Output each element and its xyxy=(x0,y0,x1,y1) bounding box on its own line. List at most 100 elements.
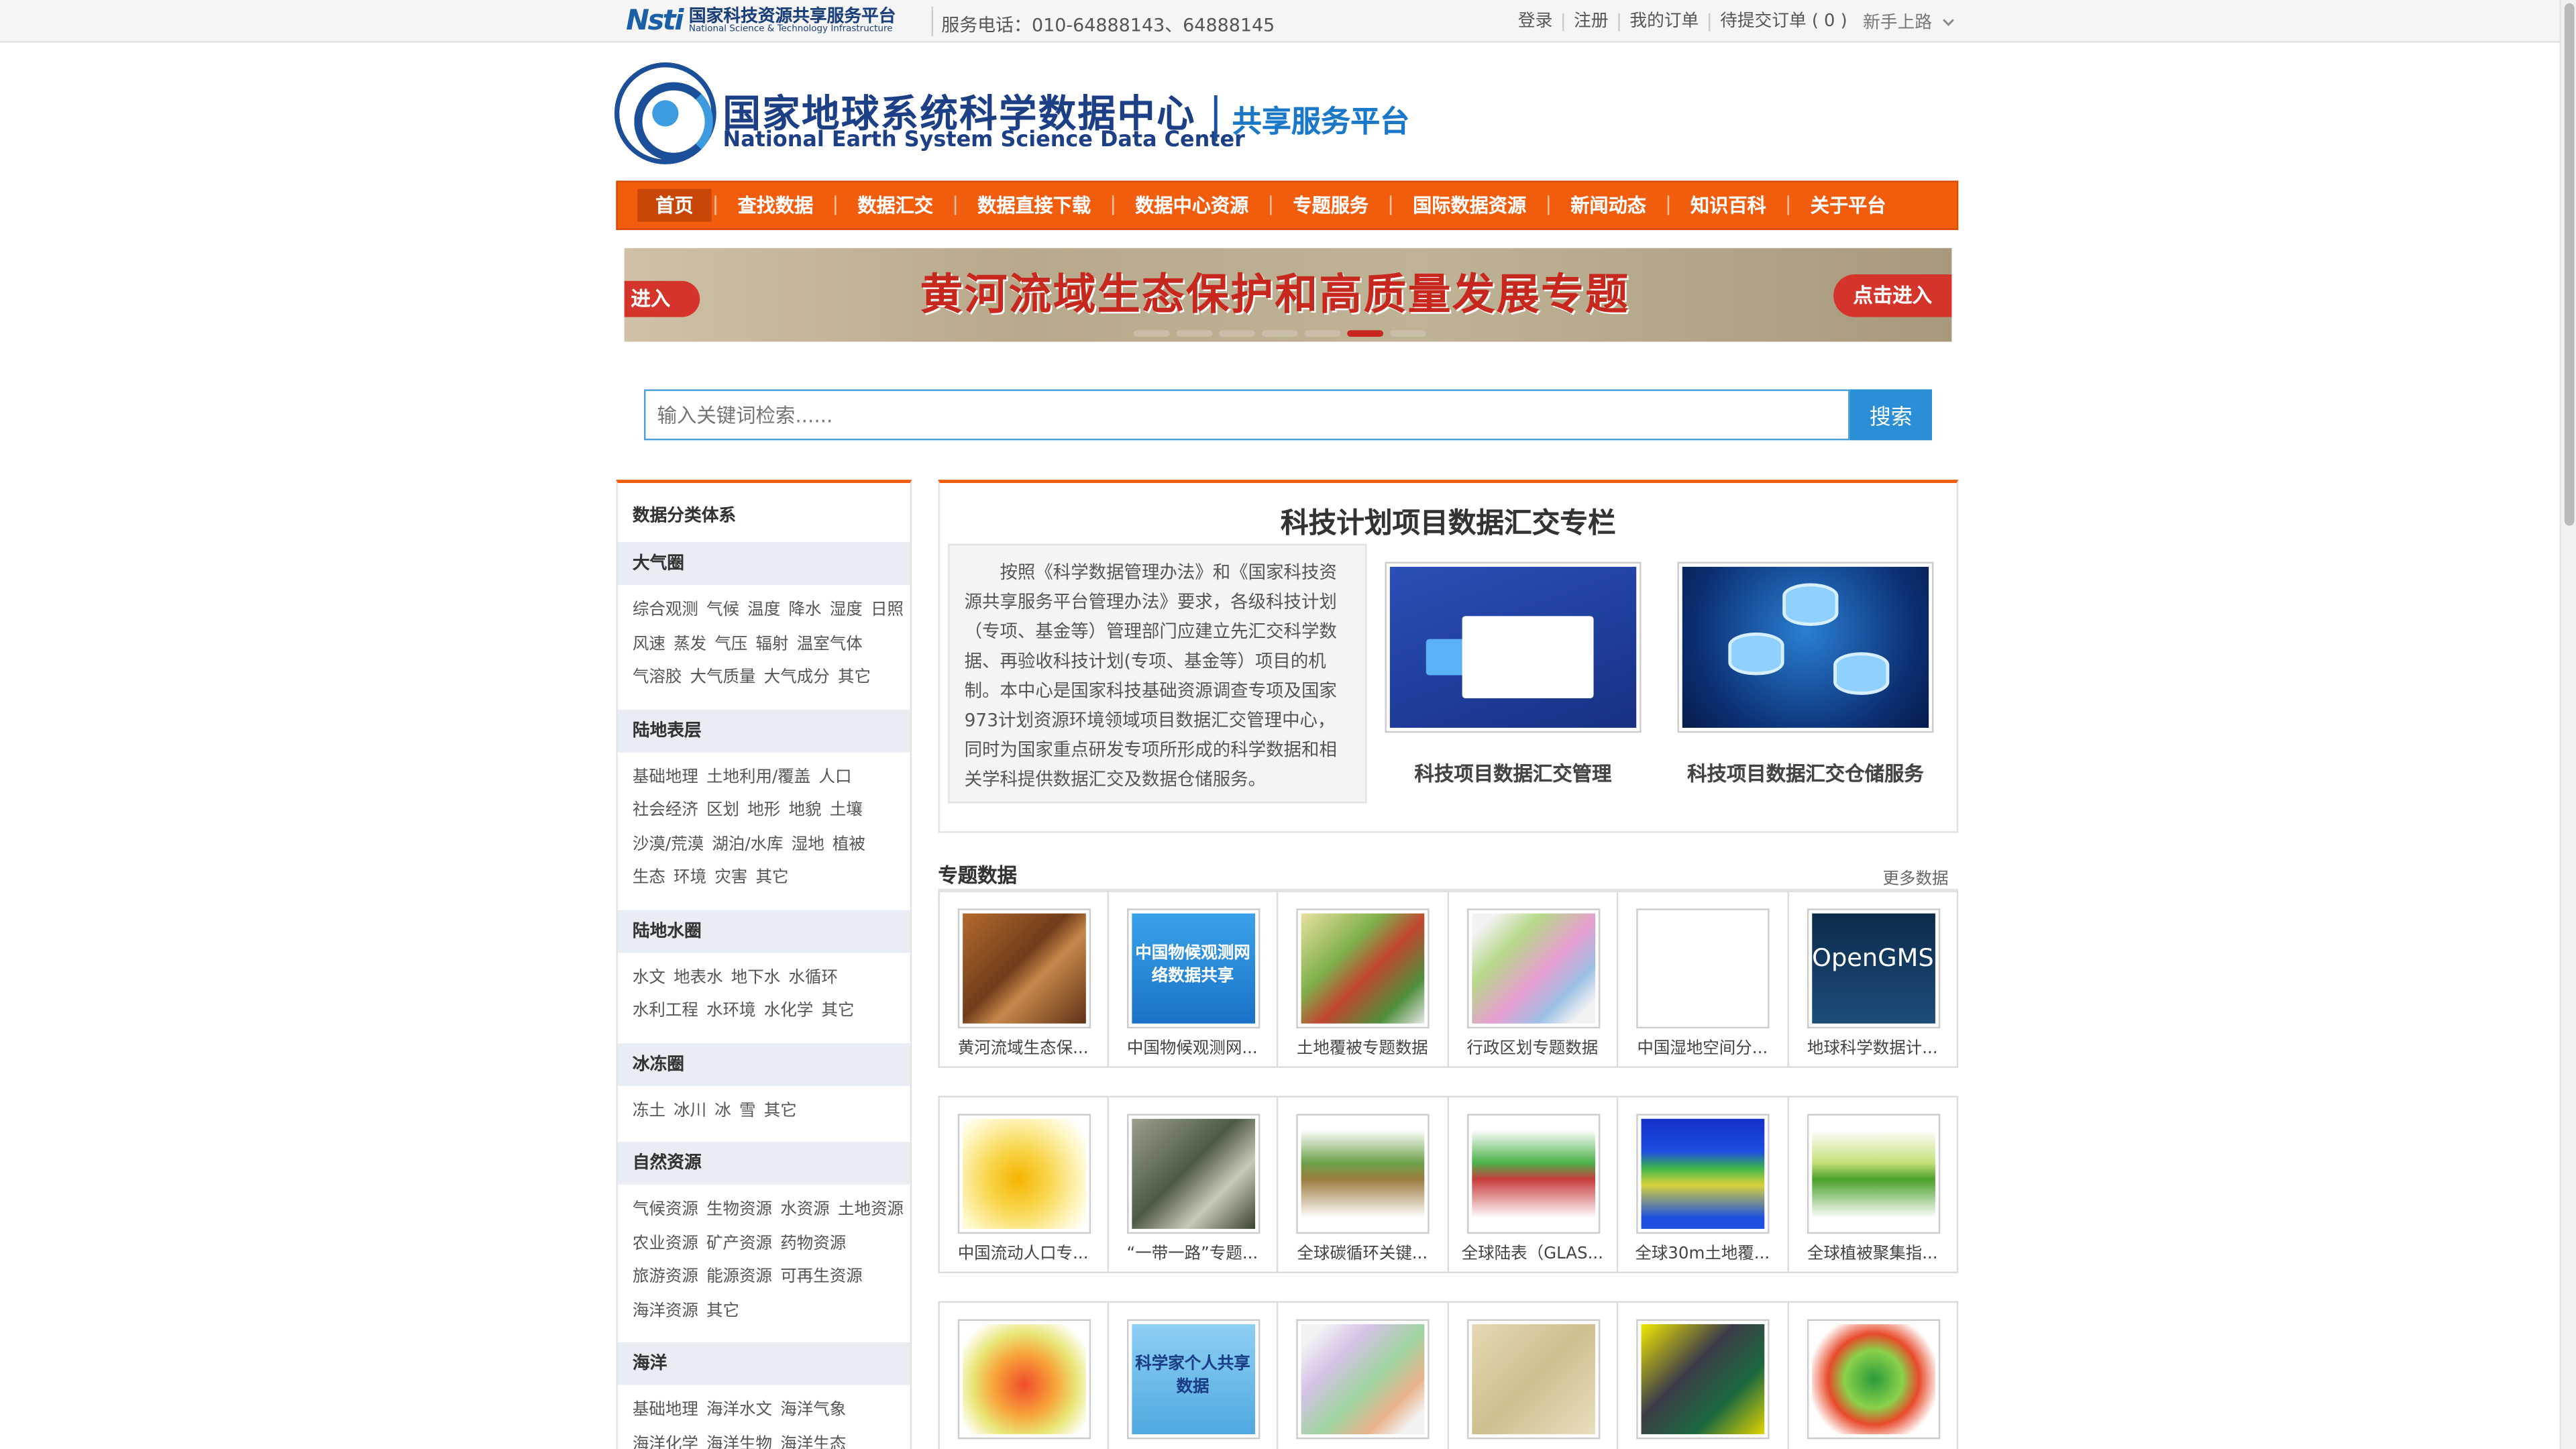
scrollbar-thumb[interactable] xyxy=(2564,3,2575,526)
themed-data-card[interactable]: 黄土高原典型区... xyxy=(1788,1301,1959,1449)
themed-data-caption[interactable]: 土地覆被专题数据 xyxy=(1278,1033,1446,1058)
themed-data-caption[interactable]: 地球科学数据计... xyxy=(1788,1033,1957,1058)
sidebar-term-link[interactable]: 海洋生态 xyxy=(780,1435,846,1449)
themed-data-thumbnail[interactable] xyxy=(1466,1114,1600,1234)
sidebar-term-link[interactable]: 可再生资源 xyxy=(780,1269,862,1287)
sidebar-term-link[interactable]: 植被 xyxy=(833,835,865,853)
sidebar-category[interactable]: 海洋 xyxy=(617,1342,910,1385)
sidebar-term-link[interactable]: 气候资源 xyxy=(633,1201,698,1219)
my-orders-link[interactable]: 我的订单 xyxy=(1620,12,1711,32)
themed-data-card[interactable]: 全球30m土地覆... xyxy=(1618,1095,1788,1273)
themed-data-card[interactable]: 土地覆被专题数据 xyxy=(1278,890,1448,1068)
sidebar-term-link[interactable]: 水利工程 xyxy=(633,1002,698,1020)
banner-dot[interactable] xyxy=(1304,330,1341,337)
sidebar-term-link[interactable]: 人口 xyxy=(819,768,852,786)
sidebar-term-link[interactable]: 生态 xyxy=(633,869,665,888)
banner-dot[interactable] xyxy=(1219,330,1256,337)
search-button[interactable]: 搜索 xyxy=(1849,389,1933,441)
sidebar-term-link[interactable]: 海洋水文 xyxy=(706,1401,772,1419)
sidebar-term-link[interactable]: 冰 xyxy=(714,1102,731,1120)
themed-data-card[interactable]: OpenGMS 地球科学数据计... xyxy=(1788,890,1959,1068)
pending-orders-link[interactable]: 待提交订单 ( 0 ) xyxy=(1710,12,1857,32)
themed-data-thumbnail[interactable] xyxy=(1636,1319,1770,1440)
promo-banner[interactable]: 进入 黄河流域生态保护和高质量发展专题 点击进入 xyxy=(624,248,1952,342)
sidebar-term-link[interactable]: 土壤 xyxy=(830,802,863,820)
sidebar-term-link[interactable]: 其它 xyxy=(706,1302,739,1320)
sidebar-term-link[interactable]: 水文 xyxy=(633,969,665,987)
themed-data-caption[interactable]: 中国湿地空间分... xyxy=(1618,1033,1786,1058)
service-label[interactable]: 科技项目数据汇交仓储服务 xyxy=(1677,759,1933,787)
search-input[interactable] xyxy=(644,389,1850,441)
nav-item-news[interactable]: 新闻动态 xyxy=(1552,189,1664,222)
themed-data-thumbnail[interactable] xyxy=(1126,1114,1260,1234)
banner-dot[interactable] xyxy=(1261,330,1298,337)
themed-data-card[interactable]: 行政区划专题数据 xyxy=(1448,890,1619,1068)
sidebar-term-link[interactable]: 大气质量 xyxy=(690,669,756,687)
sidebar-term-link[interactable]: 蒸发 xyxy=(674,635,706,653)
sidebar-term-link[interactable]: 土地资源 xyxy=(838,1201,904,1219)
sidebar-term-link[interactable]: 地貌 xyxy=(789,802,822,820)
nav-item-knowledge[interactable]: 知识百科 xyxy=(1672,189,1784,222)
themed-data-caption[interactable]: 科学家个人共享... xyxy=(1108,1444,1277,1449)
themed-data-thumbnail[interactable] xyxy=(957,908,1091,1029)
sidebar-category[interactable]: 陆地水圈 xyxy=(617,909,910,953)
themed-data-card[interactable]: 黄河流域生态保... xyxy=(938,890,1108,1068)
sidebar-term-link[interactable]: 冻土 xyxy=(633,1102,665,1120)
themed-data-caption[interactable]: 黄河水资源区... xyxy=(1278,1444,1446,1449)
sidebar-term-link[interactable]: 其它 xyxy=(764,1102,797,1120)
sidebar-term-link[interactable]: 水循环 xyxy=(789,969,838,987)
sidebar-term-link[interactable]: 海洋资源 xyxy=(633,1302,698,1320)
themed-data-card[interactable]: 黄河水资源区... xyxy=(1278,1301,1448,1449)
nav-item-data-submission[interactable]: 数据汇交 xyxy=(839,189,951,222)
themed-data-caption[interactable]: 行政区划专题数据 xyxy=(1448,1033,1617,1058)
themed-data-thumbnail[interactable] xyxy=(957,1319,1091,1440)
nav-item-thematic-services[interactable]: 专题服务 xyxy=(1275,189,1387,222)
service-image[interactable] xyxy=(1385,561,1642,733)
banner-dot[interactable] xyxy=(1133,330,1170,337)
nsti-logo[interactable]: Nsti 国家科技资源共享服务平台 National Science & Tec… xyxy=(626,3,896,40)
sidebar-term-link[interactable]: 风速 xyxy=(633,635,665,653)
sidebar-term-link[interactable]: 地表水 xyxy=(674,969,722,987)
themed-data-card[interactable]: 全球植被聚集指... xyxy=(1788,1095,1959,1273)
themed-data-card[interactable]: 全球碳循环关键... xyxy=(1278,1095,1448,1273)
themed-data-thumbnail[interactable] xyxy=(1466,908,1600,1029)
service-card-storage[interactable]: 科技项目数据汇交仓储服务 xyxy=(1677,561,1934,788)
sidebar-category[interactable]: 陆地表层 xyxy=(617,708,910,752)
themed-data-thumbnail[interactable]: OpenGMS xyxy=(1806,908,1940,1029)
sidebar-term-link[interactable]: 冰川 xyxy=(674,1102,706,1120)
themed-data-card[interactable]: 黄河下游河道基... xyxy=(1448,1301,1619,1449)
sidebar-term-link[interactable]: 基础地理 xyxy=(633,1401,698,1419)
sidebar-term-link[interactable]: 其它 xyxy=(756,869,789,888)
banner-dot[interactable] xyxy=(1389,330,1426,337)
sidebar-term-link[interactable]: 气候 xyxy=(706,601,739,619)
sidebar-term-link[interactable]: 降水 xyxy=(789,601,822,619)
sidebar-term-link[interactable]: 地下水 xyxy=(731,969,780,987)
themed-data-caption[interactable]: 黄河流域生态保... xyxy=(940,1033,1107,1058)
sidebar-term-link[interactable]: 海洋气象 xyxy=(780,1401,846,1419)
sidebar-term-link[interactable]: 能源资源 xyxy=(706,1269,772,1287)
sidebar-term-link[interactable]: 气溶胶 xyxy=(633,669,682,687)
sidebar-term-link[interactable]: 综合观测 xyxy=(633,601,698,619)
sidebar-term-link[interactable]: 灾害 xyxy=(714,869,747,888)
service-label[interactable]: 科技项目数据汇交管理 xyxy=(1385,759,1642,787)
banner-enter-button[interactable]: 点击进入 xyxy=(1833,274,1952,317)
themed-data-card[interactable]: 科学家个人共享数据科学家个人共享... xyxy=(1108,1301,1279,1449)
themed-data-thumbnail[interactable] xyxy=(1296,1114,1430,1234)
sidebar-term-link[interactable]: 辐射 xyxy=(756,635,789,653)
service-image[interactable] xyxy=(1677,561,1934,733)
sidebar-term-link[interactable]: 地形 xyxy=(747,802,780,820)
nav-item-home[interactable]: 首页 xyxy=(637,189,712,222)
sidebar-term-link[interactable]: 水资源 xyxy=(780,1201,829,1219)
sidebar-term-link[interactable]: 农业资源 xyxy=(633,1234,698,1252)
sidebar-term-link[interactable]: 区划 xyxy=(706,802,739,820)
themed-data-caption[interactable]: 全球植被聚集指... xyxy=(1788,1239,1957,1263)
sidebar-term-link[interactable]: 生物资源 xyxy=(706,1201,772,1219)
nav-item-find-data[interactable]: 查找数据 xyxy=(720,189,832,222)
more-data-link[interactable]: 更多数据 xyxy=(1883,864,1949,889)
sidebar-term-link[interactable]: 温度 xyxy=(747,601,780,619)
sidebar-term-link[interactable]: 日照 xyxy=(871,601,904,619)
banner-dot[interactable] xyxy=(1176,330,1213,337)
themed-data-caption[interactable]: “一带一路”专题... xyxy=(1108,1239,1277,1263)
sidebar-category[interactable]: 冰冻圈 xyxy=(617,1042,910,1085)
service-card-management[interactable]: 科技项目数据汇交管理 xyxy=(1385,561,1642,788)
